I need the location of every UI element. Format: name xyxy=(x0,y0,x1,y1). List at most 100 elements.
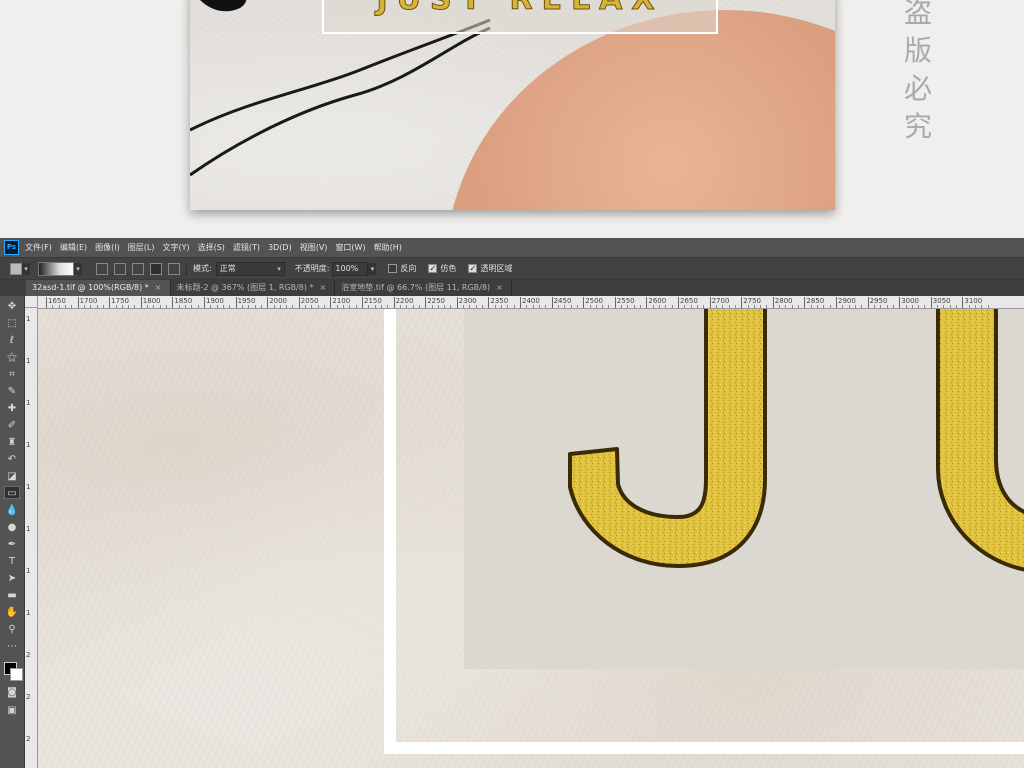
menu-image[interactable]: 图像(I) xyxy=(95,242,120,253)
ruler-minor-tick xyxy=(564,305,566,308)
marquee-tool-icon[interactable]: ⬚ xyxy=(4,317,20,330)
close-icon[interactable]: × xyxy=(496,283,503,292)
ruler-minor-tick xyxy=(469,305,471,308)
ruler-minor-tick xyxy=(817,305,818,308)
chevron-down-icon[interactable]: ▾ xyxy=(368,262,377,275)
zoom-tool-icon[interactable]: ⚲ xyxy=(4,623,20,636)
gradient-tool-icon[interactable]: ▭ xyxy=(4,486,20,499)
ruler-minor-tick xyxy=(640,305,641,308)
type-tool-icon[interactable]: T xyxy=(4,555,20,568)
reflected-gradient-icon[interactable] xyxy=(150,262,162,275)
menu-type[interactable]: 文字(Y) xyxy=(162,242,189,253)
opacity-input[interactable]: 100% xyxy=(332,261,369,276)
ruler-minor-tick xyxy=(943,305,945,308)
history-brush-tool-icon[interactable]: ↶ xyxy=(4,453,20,466)
eyedropper-tool-icon[interactable]: ✎ xyxy=(4,385,20,398)
healing-brush-tool-icon[interactable]: ✚ xyxy=(4,402,20,415)
ruler-minor-tick xyxy=(185,305,186,308)
artwork-mockup: JUST RELAX xyxy=(190,0,835,210)
ruler-minor-tick xyxy=(545,305,547,308)
eraser-tool-icon[interactable]: ◪ xyxy=(4,470,20,483)
ruler-tick-label: 2950 xyxy=(867,297,888,308)
quick-mask-icon[interactable]: ◙ xyxy=(4,686,20,699)
ruler-minor-tick xyxy=(222,305,224,308)
ruler-minor-tick xyxy=(273,305,275,308)
ruler-minor-tick xyxy=(431,305,433,308)
blur-tool-icon[interactable]: 💧 xyxy=(4,504,20,517)
tools-panel: ✥ ⬚ ℓ ⚝ ⌗ ✎ ✚ ✐ ♜ ↶ ◪ ▭ 💧 ● ✒ T ➤ ▬ ✋ ⚲ … xyxy=(0,296,25,768)
tab-document-1[interactable]: 32asd-1.tif @ 100%(RGB/8) * × xyxy=(26,280,171,296)
ruler-minor-tick xyxy=(652,305,654,308)
menu-help[interactable]: 帮助(H) xyxy=(374,242,402,253)
ruler-minor-tick xyxy=(880,305,882,308)
divider xyxy=(186,261,187,276)
diamond-gradient-icon[interactable] xyxy=(168,262,180,275)
ruler-minor-tick xyxy=(368,305,370,308)
ruler-minor-tick xyxy=(975,305,976,308)
gradient-swatch[interactable] xyxy=(38,261,74,276)
rectangle-tool-icon[interactable]: ▬ xyxy=(4,589,20,602)
menu-file[interactable]: 文件(F) xyxy=(25,242,52,253)
ruler-minor-tick xyxy=(570,305,572,308)
brush-tool-icon[interactable]: ✐ xyxy=(4,419,20,432)
options-bar: ▾ ▾ 模式: 正常 ▾ 不透明度: 100% ▾ 反向 ✓ 仿色 ✓ 透明区域 xyxy=(0,257,1024,280)
more-tools-icon[interactable]: ⋯ xyxy=(4,640,20,653)
angle-gradient-icon[interactable] xyxy=(132,262,144,275)
background-color-swatch[interactable] xyxy=(10,668,23,681)
menu-edit[interactable]: 编辑(E) xyxy=(60,242,87,253)
ruler-minor-tick xyxy=(83,305,85,308)
menu-filter[interactable]: 滤镜(T) xyxy=(233,242,260,253)
ruler-origin[interactable] xyxy=(25,296,38,308)
menu-window[interactable]: 窗口(W) xyxy=(335,242,365,253)
gradient-tool-preset-icon[interactable] xyxy=(10,262,22,275)
close-icon[interactable]: × xyxy=(155,283,162,292)
tab-document-2[interactable]: 未标题-2 @ 367% (图层 1, RGB/8) * × xyxy=(170,280,336,296)
horizontal-ruler[interactable]: 1650 1700 1750 1800 1850 1900 1950 2000 2050 2100… xyxy=(38,296,1024,309)
pen-tool-icon[interactable]: ✒ xyxy=(4,538,20,551)
menu-view[interactable]: 视图(V) xyxy=(300,242,328,253)
document-canvas[interactable] xyxy=(38,309,1024,768)
ruler-minor-tick xyxy=(102,305,104,308)
ruler-minor-tick xyxy=(949,305,951,308)
ruler-minor-tick xyxy=(128,305,130,308)
dither-checkbox[interactable]: ✓ xyxy=(428,264,438,273)
menu-layer[interactable]: 图层(L) xyxy=(128,242,155,253)
lasso-tool-icon[interactable]: ℓ xyxy=(4,334,20,347)
reverse-label: 反向 xyxy=(400,264,417,273)
screen-mode-icon[interactable]: ▣ xyxy=(4,704,20,717)
ruler-minor-tick xyxy=(121,305,123,308)
menu-3d[interactable]: 3D(D) xyxy=(268,243,292,252)
ruler-tick-label: 2150 xyxy=(362,297,382,308)
chevron-down-icon[interactable]: ▾ xyxy=(22,262,30,275)
vertical-ruler[interactable]: 1 1 1 1 1 1 1 1 2 2 2 xyxy=(25,308,38,768)
ruler-minor-tick xyxy=(159,305,161,308)
ruler-tick-label: 1 xyxy=(26,525,31,533)
ruler-minor-tick xyxy=(349,305,351,308)
dodge-tool-icon[interactable]: ● xyxy=(4,521,20,534)
ruler-minor-tick xyxy=(229,305,231,308)
transparency-label: 透明区域 xyxy=(480,264,513,273)
menu-select[interactable]: 选择(S) xyxy=(198,242,225,253)
ruler-minor-tick xyxy=(791,305,793,308)
transparency-checkbox[interactable]: ✓ xyxy=(468,264,478,273)
radial-gradient-icon[interactable] xyxy=(114,262,126,275)
reverse-checkbox[interactable] xyxy=(388,264,398,273)
clone-stamp-tool-icon[interactable]: ♜ xyxy=(4,436,20,449)
move-tool-icon[interactable]: ✥ xyxy=(4,300,20,313)
ruler-minor-tick xyxy=(374,305,376,308)
ruler-minor-tick xyxy=(526,305,528,308)
linear-gradient-icon[interactable] xyxy=(96,262,108,275)
ruler-minor-tick xyxy=(254,305,256,308)
mode-select[interactable]: 正常 ▾ xyxy=(215,261,285,276)
magic-wand-tool-icon[interactable]: ⚝ xyxy=(4,351,20,364)
crop-tool-icon[interactable]: ⌗ xyxy=(4,368,20,381)
ruler-tick-label: 2 xyxy=(26,651,31,659)
tab-document-3[interactable]: 浴室地垫.tif @ 66.7% (图层 11, RGB/8) × xyxy=(335,280,512,296)
ruler-minor-tick xyxy=(115,305,117,308)
ruler-tick-label: 2050 xyxy=(298,297,319,308)
close-icon[interactable]: × xyxy=(320,283,327,292)
hand-tool-icon[interactable]: ✋ xyxy=(4,606,20,619)
path-selection-tool-icon[interactable]: ➤ xyxy=(4,572,20,585)
chevron-down-icon[interactable]: ▾ xyxy=(74,262,82,275)
ruler-minor-tick xyxy=(608,305,610,308)
